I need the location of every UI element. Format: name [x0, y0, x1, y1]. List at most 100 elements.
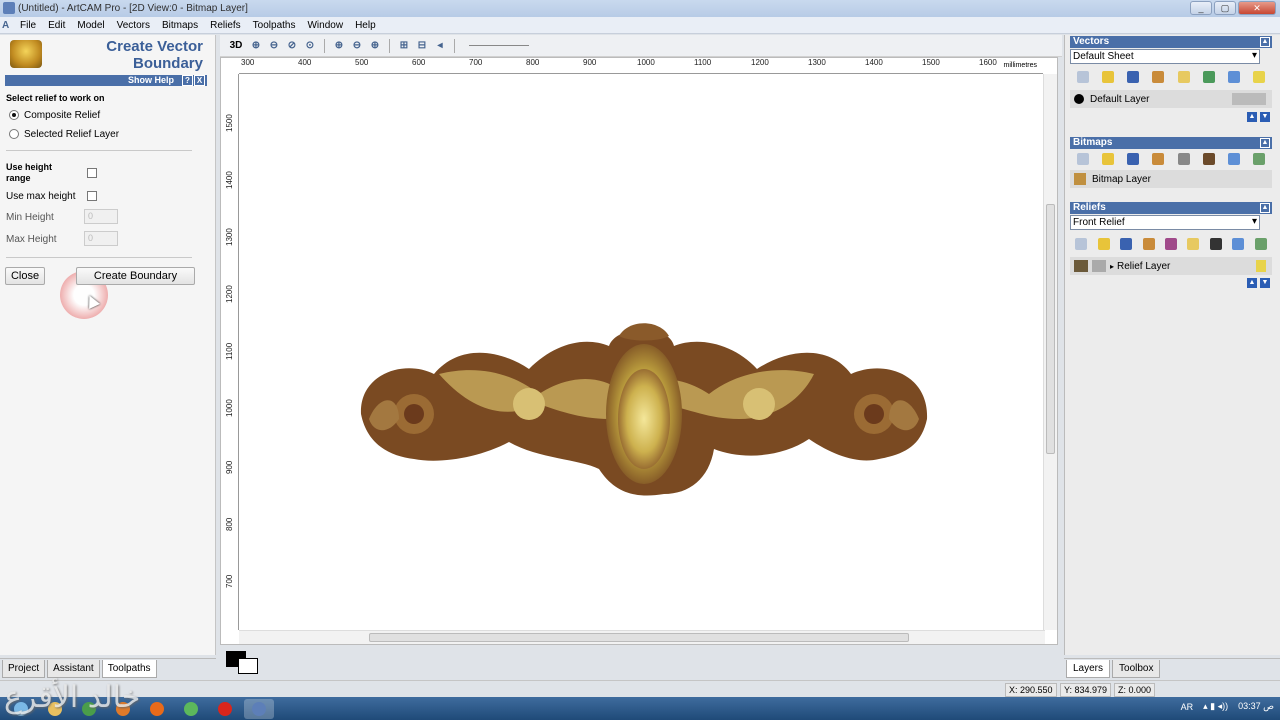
relief-layer-row[interactable]: ▸ Relief Layer [1070, 257, 1272, 275]
min-height-field[interactable]: 0 [84, 209, 118, 224]
default-layer-row[interactable]: Default Layer [1070, 90, 1272, 108]
move-up-icon[interactable]: ▲ [1247, 278, 1257, 288]
settings-icon[interactable] [1253, 153, 1266, 165]
selected-relief-layer-label[interactable]: Selected Relief Layer [24, 129, 119, 140]
zoom-model-icon[interactable]: ⊕ [367, 38, 383, 54]
move-down-icon[interactable]: ▼ [1260, 278, 1270, 288]
taskbar-opera[interactable] [210, 699, 240, 719]
menu-toolpaths[interactable]: Toolpaths [247, 20, 302, 31]
grid-icon[interactable]: ⊟ [414, 38, 430, 54]
collapse-icon[interactable]: ▲ [1260, 203, 1270, 213]
use-max-height-checkbox[interactable] [87, 191, 97, 201]
bitmap-layer-row[interactable]: Bitmap Layer [1070, 170, 1272, 188]
zoom-fit-icon[interactable]: ⊙ [302, 38, 318, 54]
paste-icon[interactable] [1177, 71, 1190, 83]
light-icon[interactable] [1253, 71, 1266, 83]
show-help-label[interactable]: Show Help [128, 75, 174, 85]
horizontal-scrollbar[interactable] [239, 630, 1045, 644]
menu-model[interactable]: Model [71, 20, 110, 31]
bitmaps-header[interactable]: Bitmaps ▲ [1070, 137, 1272, 149]
menu-edit[interactable]: Edit [42, 20, 71, 31]
relief-select[interactable]: Front Relief [1070, 215, 1260, 230]
maximize-button[interactable]: ▢ [1214, 1, 1236, 15]
close-window-button[interactable]: ✕ [1238, 1, 1276, 15]
open-icon[interactable] [1101, 71, 1114, 83]
close-button[interactable]: Close [5, 267, 45, 285]
bitmap-convert-icon[interactable] [1202, 153, 1215, 165]
vectors-header[interactable]: Vectors ▲ [1070, 36, 1272, 48]
new-bitmap-icon[interactable] [1076, 153, 1089, 165]
tab-toolpaths[interactable]: Toolpaths [101, 660, 157, 678]
create-boundary-button[interactable]: Create Boundary [76, 267, 195, 285]
bitmap-layer-label[interactable]: Bitmap Layer [1092, 174, 1151, 185]
layer-lock-icon[interactable] [1232, 93, 1266, 105]
color-swatch[interactable] [224, 648, 260, 676]
bitmap-tool-icon[interactable] [1177, 153, 1190, 165]
app-menu-icon[interactable]: A [0, 20, 14, 31]
move-down-icon[interactable]: ▼ [1260, 112, 1270, 122]
menu-bitmaps[interactable]: Bitmaps [156, 20, 204, 31]
paste-icon[interactable] [1187, 238, 1200, 250]
use-height-range-checkbox[interactable] [87, 168, 97, 178]
delete-icon[interactable] [1232, 238, 1245, 250]
max-height-field[interactable]: 0 [84, 231, 118, 246]
open-icon[interactable] [1097, 238, 1110, 250]
language-indicator[interactable]: AR [1181, 702, 1194, 712]
taskbar-artcam[interactable] [244, 698, 274, 719]
move-up-icon[interactable]: ▲ [1247, 112, 1257, 122]
save-icon[interactable] [1120, 238, 1133, 250]
expand-arrow-icon[interactable]: ▸ [1110, 262, 1114, 271]
reliefs-header[interactable]: Reliefs ▲ [1070, 202, 1272, 214]
tab-toolbox[interactable]: Toolbox [1112, 660, 1161, 678]
scroll-thumb[interactable] [1046, 204, 1055, 454]
tab-project[interactable]: Project [2, 660, 46, 678]
save-icon[interactable] [1127, 153, 1140, 165]
2d-view[interactable]: 300 400 500 600 700 800 900 1000 1100 12… [220, 57, 1058, 645]
background-color[interactable] [238, 658, 258, 674]
menu-reliefs[interactable]: Reliefs [204, 20, 247, 31]
copy-icon[interactable] [1152, 153, 1165, 165]
default-layer-label[interactable]: Default Layer [1090, 94, 1149, 105]
close-panel-icon[interactable]: X [194, 75, 205, 86]
scroll-thumb[interactable] [369, 633, 909, 642]
delete-icon[interactable] [1228, 71, 1241, 83]
tray-icons[interactable]: ▴ ▮ ◂)) [1203, 701, 1228, 712]
vertical-scrollbar[interactable] [1043, 74, 1057, 630]
relief-tool-icon[interactable] [1209, 238, 1222, 250]
relief-layer-label[interactable]: Relief Layer [1117, 261, 1170, 272]
composite-relief-radio[interactable] [9, 110, 19, 120]
menu-vectors[interactable]: Vectors [111, 20, 156, 31]
relief-visibility-icon[interactable] [1256, 260, 1266, 272]
drawing-canvas[interactable] [239, 74, 1043, 630]
menu-help[interactable]: Help [349, 20, 382, 31]
help-icon[interactable]: ? [182, 75, 193, 86]
save-icon[interactable] [1127, 71, 1140, 83]
layer-color-icon[interactable] [1074, 94, 1084, 104]
vector-sheet-select[interactable]: Default Sheet [1070, 49, 1260, 64]
minimize-button[interactable]: _ [1190, 1, 1212, 15]
show-help-bar[interactable]: Show Help ? X [5, 75, 207, 86]
selected-relief-layer-radio[interactable] [9, 129, 19, 139]
undo-view-icon[interactable]: ◂ [432, 38, 448, 54]
collapse-icon[interactable]: ▲ [1260, 37, 1270, 47]
new-layer-icon[interactable] [1076, 71, 1089, 83]
zoom-all-icon[interactable]: ⊖ [349, 38, 365, 54]
collapse-icon[interactable]: ▲ [1260, 138, 1270, 148]
relief-combine-mode-icon[interactable] [1092, 260, 1106, 272]
clock[interactable]: 03:37 ص [1238, 701, 1274, 712]
new-relief-icon[interactable] [1075, 238, 1088, 250]
copy-icon[interactable] [1142, 238, 1155, 250]
taskbar-app[interactable] [176, 699, 206, 719]
menu-file[interactable]: File [14, 20, 42, 31]
menu-window[interactable]: Window [301, 20, 349, 31]
open-icon[interactable] [1101, 153, 1114, 165]
relief-combine-icon[interactable] [1164, 238, 1177, 250]
composite-relief-label[interactable]: Composite Relief [24, 110, 100, 121]
tab-assistant[interactable]: Assistant [47, 660, 100, 678]
zoom-out-icon[interactable]: ⊖ [266, 38, 282, 54]
zoom-slider[interactable] [469, 45, 529, 46]
snap-icon[interactable]: ⊞ [396, 38, 412, 54]
taskbar-firefox[interactable] [142, 699, 172, 719]
tab-layers[interactable]: Layers [1066, 660, 1111, 678]
zoom-box-icon[interactable]: ⊕ [331, 38, 347, 54]
